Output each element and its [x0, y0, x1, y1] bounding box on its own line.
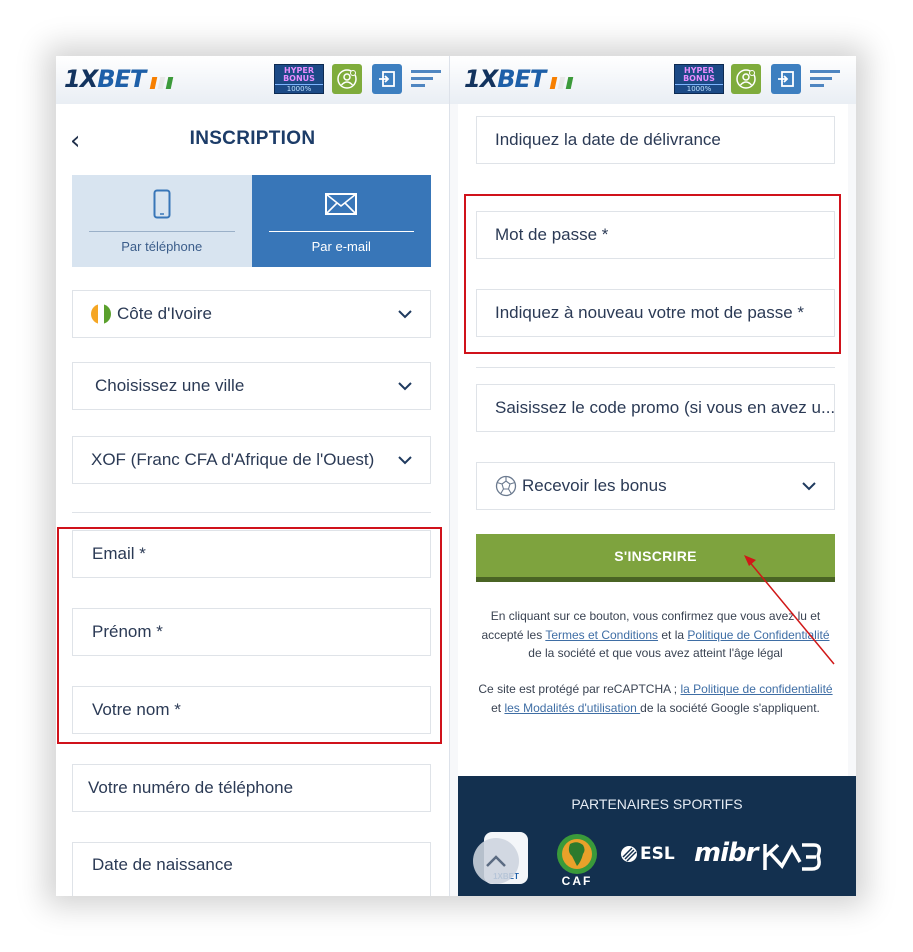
chevron-down-icon [802, 482, 816, 491]
logo-suffix: BET [497, 65, 546, 93]
issue-date-placeholder: Indiquez la date de délivrance [495, 130, 721, 149]
country-value: Côte d'Ivoire [117, 304, 212, 323]
first-name-placeholder: Prénom * [92, 622, 163, 641]
phone-placeholder: Votre numéro de téléphone [88, 778, 294, 797]
promo-code-placeholder: Saisissez le code promo (si vous en avez… [495, 398, 834, 417]
user-add-icon [736, 69, 756, 89]
promo-code-field[interactable]: Saisissez le code promo (si vous en avez… [476, 384, 835, 432]
register-user-button[interactable] [332, 64, 362, 94]
logo-suffix: BET [97, 65, 146, 93]
tab-divider [268, 231, 414, 232]
chevron-up-icon [486, 855, 506, 867]
email-field[interactable]: Email * [72, 530, 431, 578]
bonus-percent: 1000% [275, 84, 323, 93]
partner-logo-mibr: mibr [694, 838, 758, 868]
section-divider [476, 367, 835, 368]
login-button[interactable] [771, 64, 801, 94]
terms-text: et la [658, 627, 688, 642]
google-privacy-link[interactable]: la Politique de confidentialité [680, 682, 832, 696]
right-panel: 1XBET HYPER BONUS 1000% Indiquez la date [450, 56, 856, 896]
hyper-bonus-badge[interactable]: HYPER BONUS 1000% [274, 64, 324, 94]
city-value: Choisissez une ville [95, 376, 245, 395]
last-name-placeholder: Votre nom * [92, 700, 181, 719]
cote-divoire-flag-icon [91, 304, 111, 324]
recaptcha-text: Ce site est protégé par reCAPTCHA ; [478, 682, 681, 696]
partner-name: ESL [640, 844, 675, 864]
terms-text: de la société et que vous avez atteint l… [528, 646, 783, 660]
partner-logo-esl: ESL [620, 844, 675, 864]
password-placeholder: Mot de passe * [495, 225, 609, 244]
currency-value: XOF (Franc CFA d'Afrique de l'Ouest) [91, 450, 375, 469]
logo-prefix: 1X [464, 65, 498, 93]
register-button[interactable]: S'INSCRIRE [476, 534, 835, 582]
bonus-line: BONUS [683, 74, 715, 83]
partner-name: CAF [561, 874, 593, 888]
partner-logo-kdb [762, 842, 824, 877]
user-add-icon [337, 69, 357, 89]
envelope-icon [325, 193, 358, 215]
password-field[interactable]: Mot de passe * [476, 211, 835, 259]
hyper-bonus-badge[interactable]: HYPER BONUS 1000% [674, 64, 724, 94]
bonus-percent: 1000% [675, 84, 723, 93]
birth-date-placeholder: Date de naissance [92, 855, 233, 874]
login-icon [778, 71, 794, 87]
tab-by-phone[interactable]: Par téléphone [72, 175, 252, 267]
brand-logo[interactable]: 1XBET [64, 65, 174, 93]
password-confirm-field[interactable]: Indiquez à nouveau votre mot de passe * [476, 289, 835, 337]
chevron-down-icon [398, 456, 412, 465]
logo-prefix: 1X [64, 65, 98, 93]
menu-icon[interactable] [810, 70, 840, 91]
privacy-policy-link[interactable]: Politique de Confidentialité [687, 628, 829, 642]
left-panel: 1XBET HYPER BONUS 1000% ‹ INSCRIPTION Pa… [56, 56, 450, 896]
birth-date-field[interactable]: Date de naissance [72, 842, 431, 896]
section-divider [72, 512, 431, 513]
menu-icon[interactable] [411, 70, 441, 91]
brand-logo[interactable]: 1XBET [464, 65, 574, 93]
soccer-ball-icon [495, 475, 517, 497]
flag-icon [549, 77, 574, 89]
partners-title: PARTENAIRES SPORTIFS [571, 796, 743, 812]
terms-conditions-link[interactable]: Termes et Conditions [545, 628, 658, 642]
login-button[interactable] [372, 64, 402, 94]
caf-emblem-icon [557, 834, 597, 874]
bonus-value: Recevoir les bonus [522, 476, 667, 495]
login-icon [379, 71, 395, 87]
chevron-down-icon [398, 382, 412, 391]
phone-icon [153, 189, 171, 219]
tab-label: Par e-mail [311, 239, 371, 254]
email-placeholder: Email * [92, 544, 146, 563]
tab-divider [89, 231, 235, 232]
partner-logo-caf: CAF [550, 832, 604, 888]
page-title: INSCRIPTION [189, 128, 316, 149]
terms-notice: En cliquant sur ce bouton, vous confirme… [476, 607, 835, 663]
registration-method-tabs: Par téléphone Par e-mail [72, 175, 431, 267]
country-select[interactable]: Côte d'Ivoire [72, 290, 431, 338]
bonus-line: BONUS [283, 74, 315, 83]
issue-date-field[interactable]: Indiquez la date de délivrance [476, 116, 835, 164]
screenshot-frame: 1XBET HYPER BONUS 1000% ‹ INSCRIPTION Pa… [56, 56, 856, 896]
top-bar: 1XBET HYPER BONUS 1000% [450, 56, 856, 104]
currency-select[interactable]: XOF (Franc CFA d'Afrique de l'Ouest) [72, 436, 431, 484]
kdb-logo-icon [763, 843, 822, 871]
recaptcha-text: et [491, 700, 505, 715]
recaptcha-text: de la société Google s'appliquent. [640, 700, 820, 715]
scroll-to-top-button[interactable] [473, 838, 519, 884]
bonus-select[interactable]: Recevoir les bonus [476, 462, 835, 510]
phone-number-field[interactable]: Votre numéro de téléphone [72, 764, 431, 812]
recaptcha-notice: Ce site est protégé par reCAPTCHA ; la P… [476, 680, 835, 717]
partners-section: PARTENAIRES SPORTIFS 1XBET CAF ESL mibr [458, 776, 856, 896]
flag-icon [149, 77, 174, 89]
google-terms-link[interactable]: les Modalités d'utilisation [504, 701, 640, 715]
esl-icon [621, 846, 637, 862]
chevron-down-icon [398, 310, 412, 319]
tab-label: Par téléphone [121, 239, 203, 254]
tab-by-email[interactable]: Par e-mail [251, 175, 431, 267]
password-confirm-placeholder: Indiquez à nouveau votre mot de passe * [495, 303, 805, 322]
first-name-field[interactable]: Prénom * [72, 608, 431, 656]
last-name-field[interactable]: Votre nom * [72, 686, 431, 734]
top-bar: 1XBET HYPER BONUS 1000% [56, 56, 449, 104]
city-select[interactable]: Choisissez une ville [72, 362, 431, 410]
register-user-button[interactable] [731, 64, 761, 94]
